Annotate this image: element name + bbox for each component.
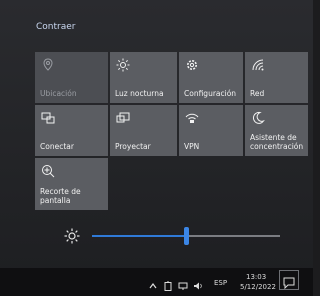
tile-label: Configuración [184, 89, 237, 98]
tile-label: Ubicación [40, 89, 77, 98]
tile-screen-snip[interactable]: Recorte de pantalla [35, 158, 108, 210]
tile-label: VPN [184, 142, 200, 151]
night-light-icon [116, 58, 130, 72]
notification-icon [283, 274, 295, 290]
tile-label: Recorte de pantalla [40, 187, 81, 205]
taskbar: ESP 13:03 5/12/2022 [0, 268, 313, 296]
brightness-icon [64, 228, 80, 244]
location-icon [41, 58, 55, 72]
tile-location[interactable]: Ubicación [35, 52, 108, 103]
gear-icon [185, 58, 199, 72]
tile-focus-assist[interactable]: Asistente de concentración [245, 105, 308, 156]
tile-connect[interactable]: Conectar [35, 105, 108, 156]
brightness-slider[interactable] [92, 227, 280, 245]
slider-thumb[interactable] [184, 227, 189, 245]
tile-settings[interactable]: Configuración [179, 52, 243, 103]
tile-label: Conectar [40, 142, 74, 151]
clock-date[interactable]: 5/12/2022 [240, 283, 276, 291]
clock-time[interactable]: 13:03 [246, 273, 266, 281]
collapse-link[interactable]: Contraer [36, 22, 75, 32]
connect-icon [41, 111, 55, 125]
chevron-up-icon[interactable] [148, 276, 158, 289]
tile-network[interactable]: Red [245, 52, 308, 103]
tile-label: Luz nocturna [115, 89, 164, 98]
network-status-icon[interactable] [178, 276, 188, 290]
volume-icon[interactable] [193, 276, 203, 290]
tile-label: Proyectar [115, 142, 151, 151]
tile-label: Red [250, 89, 265, 98]
battery-icon[interactable] [163, 276, 173, 291]
tile-vpn[interactable]: VPN [179, 105, 243, 156]
project-icon [116, 111, 130, 125]
tile-night-light[interactable]: Luz nocturna [110, 52, 177, 103]
snip-icon [41, 164, 55, 178]
tile-project[interactable]: Proyectar [110, 105, 177, 156]
language-indicator[interactable]: ESP [214, 279, 227, 287]
tile-label: Asistente de concentración [250, 133, 304, 151]
vpn-icon [185, 111, 199, 125]
action-center-panel: Contraer Ubicación Luz nocturna Configur… [0, 0, 313, 296]
slider-fill [92, 235, 186, 237]
network-icon [251, 58, 265, 72]
notification-center-button[interactable] [279, 270, 299, 290]
moon-icon [251, 111, 265, 125]
